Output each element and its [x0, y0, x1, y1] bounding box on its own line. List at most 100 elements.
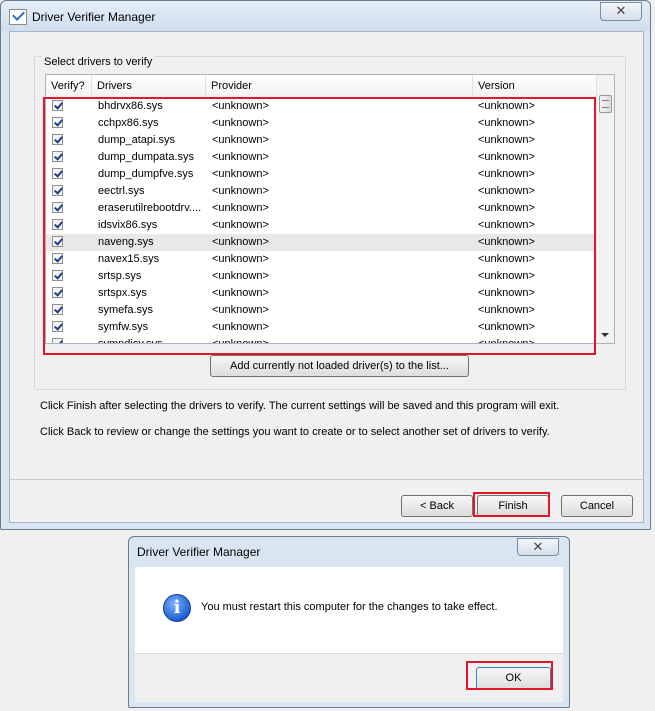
- dialog-close-button[interactable]: ✕: [517, 538, 559, 556]
- driver-version: <unknown>: [478, 185, 535, 197]
- column-header-verify[interactable]: Verify?: [46, 75, 92, 97]
- verify-checkbox[interactable]: [52, 321, 63, 332]
- select-drivers-group: Select drivers to verify Verify? Drivers…: [34, 56, 626, 390]
- title-bar: Driver Verifier Manager ✕: [1, 1, 650, 31]
- driver-row[interactable]: symefa.sys <unknown> <unknown>: [46, 302, 598, 319]
- driver-name: symndisv.sys: [98, 338, 163, 344]
- driver-name: srtsp.sys: [98, 270, 142, 282]
- driver-row[interactable]: navex15.sys <unknown> <unknown>: [46, 251, 598, 268]
- window-title: Driver Verifier Manager: [32, 10, 156, 24]
- verify-checkbox[interactable]: [52, 270, 63, 281]
- driver-provider: <unknown>: [212, 236, 269, 248]
- driver-provider: <unknown>: [212, 304, 269, 316]
- driver-row[interactable]: symfw.sys <unknown> <unknown>: [46, 319, 598, 336]
- driver-row[interactable]: idsvix86.sys <unknown> <unknown>: [46, 217, 598, 234]
- driver-name: eraserutilrebootdrv....: [98, 202, 202, 214]
- driver-version: <unknown>: [478, 134, 535, 146]
- driver-name: dump_atapi.sys: [98, 134, 176, 146]
- driver-version: <unknown>: [478, 117, 535, 129]
- driver-provider: <unknown>: [212, 100, 269, 112]
- driver-name: dump_dumpata.sys: [98, 151, 194, 163]
- driver-row[interactable]: bhdrvx86.sys <unknown> <unknown>: [46, 98, 598, 115]
- driver-provider: <unknown>: [212, 321, 269, 333]
- dialog-title: Driver Verifier Manager: [137, 545, 261, 559]
- driver-name: idsvix86.sys: [98, 219, 158, 231]
- driver-name: bhdrvx86.sys: [98, 100, 163, 112]
- driver-name: symefa.sys: [98, 304, 154, 316]
- driver-name: cchpx86.sys: [98, 117, 159, 129]
- driver-provider: <unknown>: [212, 134, 269, 146]
- list-scrollbar[interactable]: [596, 75, 614, 343]
- add-drivers-button[interactable]: Add currently not loaded driver(s) to th…: [210, 355, 469, 377]
- ok-button[interactable]: OK: [476, 667, 551, 690]
- driver-verifier-window: Driver Verifier Manager ✕ Select drivers…: [0, 0, 651, 530]
- group-label: Select drivers to verify: [42, 56, 155, 68]
- verify-checkbox[interactable]: [52, 287, 63, 298]
- column-header-version[interactable]: Version: [473, 75, 598, 97]
- dialog-body: i You must restart this computer for the…: [135, 567, 563, 653]
- close-button[interactable]: ✕: [600, 2, 642, 21]
- info-icon: i: [163, 594, 191, 622]
- driver-name: naveng.sys: [98, 236, 154, 248]
- drivers-list[interactable]: Verify? Drivers Provider Version bhdrvx8…: [45, 74, 615, 344]
- driver-name: symfw.sys: [98, 321, 149, 333]
- driver-name: eectrl.sys: [98, 185, 145, 197]
- scrollbar-thumb[interactable]: [599, 95, 612, 113]
- verify-checkbox[interactable]: [52, 168, 63, 179]
- driver-version: <unknown>: [478, 304, 535, 316]
- driver-row[interactable]: dump_dumpata.sys <unknown> <unknown>: [46, 149, 598, 166]
- driver-version: <unknown>: [478, 236, 535, 248]
- driver-row[interactable]: eectrl.sys <unknown> <unknown>: [46, 183, 598, 200]
- verify-checkbox[interactable]: [52, 304, 63, 315]
- driver-name: navex15.sys: [98, 253, 160, 265]
- wizard-client-area: Select drivers to verify Verify? Drivers…: [9, 31, 644, 523]
- verify-checkbox[interactable]: [52, 134, 63, 145]
- driver-version: <unknown>: [478, 287, 535, 299]
- column-header-provider[interactable]: Provider: [206, 75, 473, 97]
- finish-button[interactable]: Finish: [477, 495, 549, 517]
- driver-version: <unknown>: [478, 270, 535, 282]
- back-instructions: Click Back to review or change the setti…: [40, 426, 550, 438]
- restart-dialog: Driver Verifier Manager ✕ i You must res…: [128, 536, 570, 708]
- app-icon: [9, 9, 27, 25]
- driver-version: <unknown>: [478, 321, 535, 333]
- list-header: Verify? Drivers Provider Version: [46, 75, 598, 98]
- driver-provider: <unknown>: [212, 270, 269, 282]
- driver-version: <unknown>: [478, 338, 535, 344]
- driver-version: <unknown>: [478, 168, 535, 180]
- cancel-button[interactable]: Cancel: [561, 495, 633, 517]
- dialog-footer: OK: [135, 653, 563, 702]
- verify-checkbox[interactable]: [52, 100, 63, 111]
- finish-instructions: Click Finish after selecting the drivers…: [40, 400, 560, 412]
- verify-checkbox[interactable]: [52, 236, 63, 247]
- list-rows: bhdrvx86.sys <unknown> <unknown> cchpx86.sy…: [46, 98, 598, 344]
- driver-provider: <unknown>: [212, 219, 269, 231]
- driver-provider: <unknown>: [212, 202, 269, 214]
- driver-row[interactable]: dump_atapi.sys <unknown> <unknown>: [46, 132, 598, 149]
- back-button[interactable]: < Back: [401, 495, 473, 517]
- driver-row[interactable]: dump_dumpfve.sys <unknown> <unknown>: [46, 166, 598, 183]
- verify-checkbox[interactable]: [52, 185, 63, 196]
- verify-checkbox[interactable]: [52, 117, 63, 128]
- verify-checkbox[interactable]: [52, 151, 63, 162]
- verify-checkbox[interactable]: [52, 253, 63, 264]
- verify-checkbox[interactable]: [52, 338, 63, 343]
- scroll-down-icon[interactable]: [601, 333, 609, 337]
- driver-name: dump_dumpfve.sys: [98, 168, 194, 180]
- driver-row[interactable]: cchpx86.sys <unknown> <unknown>: [46, 115, 598, 132]
- driver-row[interactable]: srtspx.sys <unknown> <unknown>: [46, 285, 598, 302]
- driver-version: <unknown>: [478, 151, 535, 163]
- driver-provider: <unknown>: [212, 117, 269, 129]
- driver-row[interactable]: naveng.sys <unknown> <unknown>: [46, 234, 598, 251]
- column-header-drivers[interactable]: Drivers: [92, 75, 206, 97]
- driver-version: <unknown>: [478, 100, 535, 112]
- driver-row[interactable]: eraserutilrebootdrv.... <unknown> <unknown…: [46, 200, 598, 217]
- driver-row[interactable]: symndisv.sys <unknown> <unknown>: [46, 336, 598, 344]
- verify-checkbox[interactable]: [52, 202, 63, 213]
- driver-row[interactable]: srtsp.sys <unknown> <unknown>: [46, 268, 598, 285]
- driver-version: <unknown>: [478, 253, 535, 265]
- driver-provider: <unknown>: [212, 253, 269, 265]
- verify-checkbox[interactable]: [52, 219, 63, 230]
- driver-provider: <unknown>: [212, 151, 269, 163]
- driver-version: <unknown>: [478, 219, 535, 231]
